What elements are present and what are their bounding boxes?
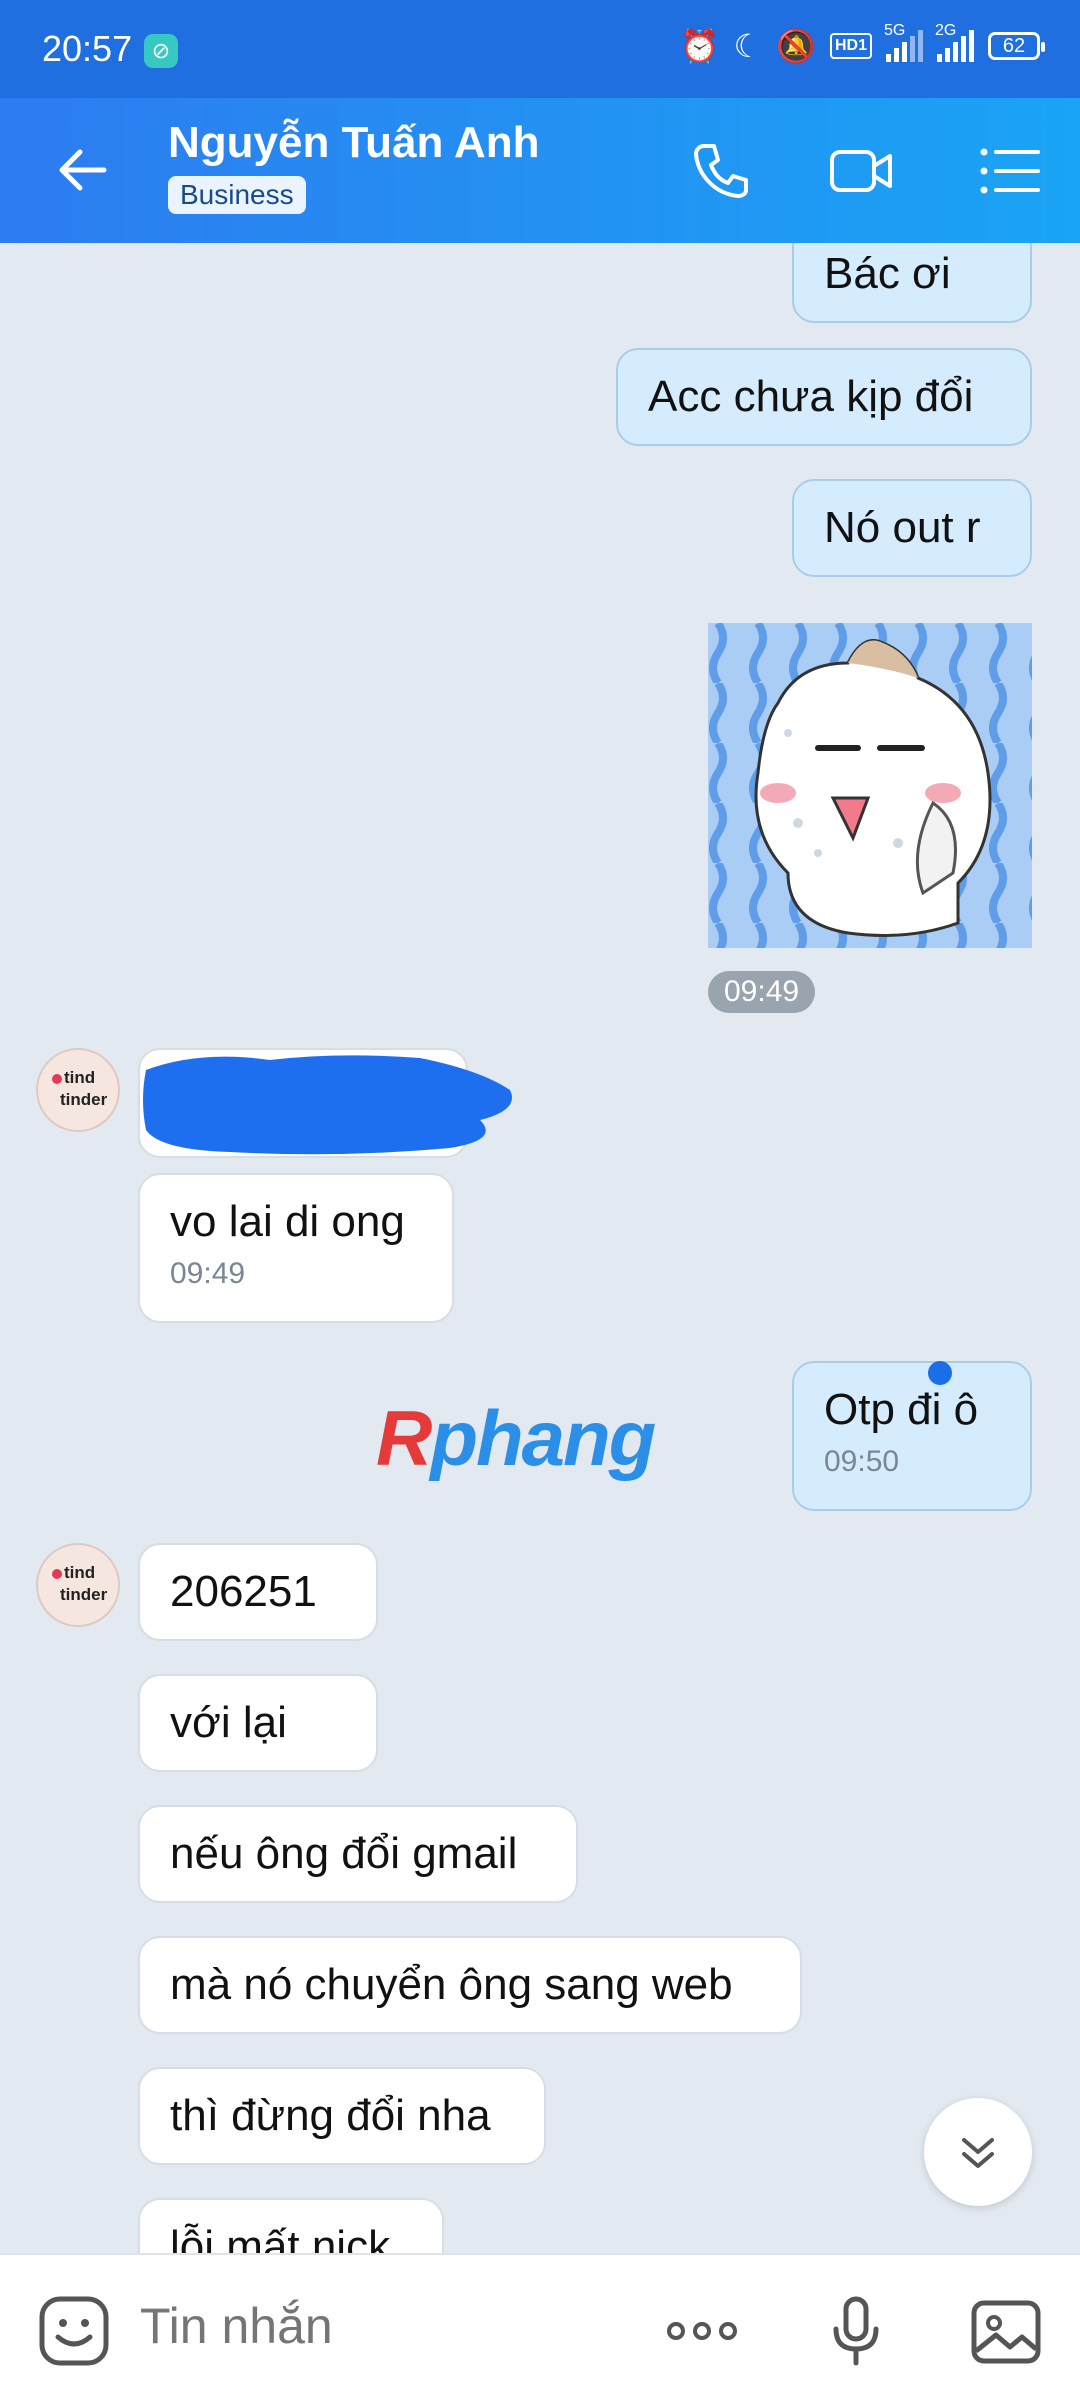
emoji-sticker-icon[interactable]	[36, 2293, 112, 2369]
contact-avatar[interactable]: tind tinder	[36, 1543, 120, 1627]
redaction-scribble	[143, 1055, 512, 1155]
message-text: Otp đi ô	[824, 1385, 979, 1434]
business-badge: Business	[168, 176, 306, 214]
alarm-icon: ⏰	[679, 28, 720, 64]
back-arrow-icon[interactable]	[52, 140, 112, 200]
message-text: Nó out r	[824, 503, 981, 552]
video-call-icon[interactable]	[828, 138, 894, 204]
message-text: mà nó chuyển ông sang web	[170, 1960, 733, 2009]
scroll-to-bottom-button[interactable]	[924, 2098, 1032, 2206]
message-text: nếu ông đổi gmail	[170, 1829, 518, 1878]
message-bubble[interactable]: thì đừng đổi nha	[138, 2067, 546, 2165]
crying-sticker-image[interactable]	[708, 623, 1032, 948]
menu-list-icon[interactable]	[976, 138, 1042, 204]
message-composer	[0, 2253, 1080, 2402]
message-bubble[interactable]: 206251	[138, 1543, 378, 1641]
message-bubble[interactable]: Acc chưa kịp đổi	[616, 348, 1032, 446]
more-options-icon[interactable]	[664, 2293, 740, 2369]
status-icons: ⏰ ☾ 🔕 HD1 5G 2G 62	[679, 22, 1045, 66]
hd-voice-badge: HD1	[829, 33, 872, 59]
message-bubble[interactable]: lỗi mất nick	[138, 2198, 444, 2253]
double-chevron-down-icon	[962, 2138, 994, 2168]
message-text: 206251	[170, 1567, 317, 1616]
message-text: lỗi mất nick	[170, 2222, 391, 2253]
message-text: thì đừng đổi nha	[170, 2091, 491, 2140]
message-timestamp: 09:49	[170, 1257, 246, 1290]
message-bubble[interactable]: Otp đi ô 09:50	[792, 1361, 1032, 1511]
phone-call-icon[interactable]	[688, 138, 754, 204]
message-list[interactable]: Bác ơi Acc chưa kịp đổi Nó out r 09:49 t…	[0, 243, 1080, 2253]
moon-icon: ☾	[733, 28, 763, 64]
message-text: Acc chưa kịp đổi	[648, 372, 974, 421]
contact-avatar[interactable]: tind tinder	[36, 1048, 120, 1132]
message-input[interactable]	[138, 2295, 642, 2357]
bell-off-icon: 🔕	[776, 28, 816, 64]
redacted-message-bubble[interactable]	[138, 1048, 512, 1158]
message-bubble[interactable]: với lại	[138, 1674, 378, 1772]
message-bubble[interactable]: nếu ông đổi gmail	[138, 1805, 578, 1903]
unread-dot	[928, 1361, 952, 1385]
contact-name[interactable]: Nguyễn Tuấn Anh	[168, 118, 540, 168]
message-timestamp: 09:50	[824, 1445, 900, 1478]
chat-header: Nguyễn Tuấn Anh Business	[0, 98, 1080, 243]
message-bubble[interactable]: Bác ơi	[792, 243, 1032, 323]
battery-icon: 62	[988, 32, 1045, 60]
microphone-icon[interactable]	[818, 2293, 894, 2369]
message-text: Bác ơi	[824, 249, 951, 298]
message-bubble[interactable]: mà nó chuyển ông sang web	[138, 1936, 802, 2034]
status-time: 20:57	[42, 28, 133, 69]
message-timestamp: 09:49	[708, 971, 816, 1013]
signal-5g-icon: 5G	[884, 22, 923, 62]
message-bubble[interactable]: vo lai di ong 09:49	[138, 1173, 454, 1323]
status-bar: 20:57 ⊘ ⏰ ☾ 🔕 HD1 5G 2G 62	[0, 0, 1080, 98]
message-text: với lại	[170, 1698, 287, 1747]
watermark-logo: Rphang	[376, 1394, 656, 1482]
notification-app-icon: ⊘	[144, 34, 178, 68]
message-bubble[interactable]: Nó out r	[792, 479, 1032, 577]
message-text: vo lai di ong	[170, 1197, 405, 1246]
signal-2g-icon: 2G	[935, 22, 974, 62]
image-gallery-icon[interactable]	[968, 2293, 1044, 2369]
